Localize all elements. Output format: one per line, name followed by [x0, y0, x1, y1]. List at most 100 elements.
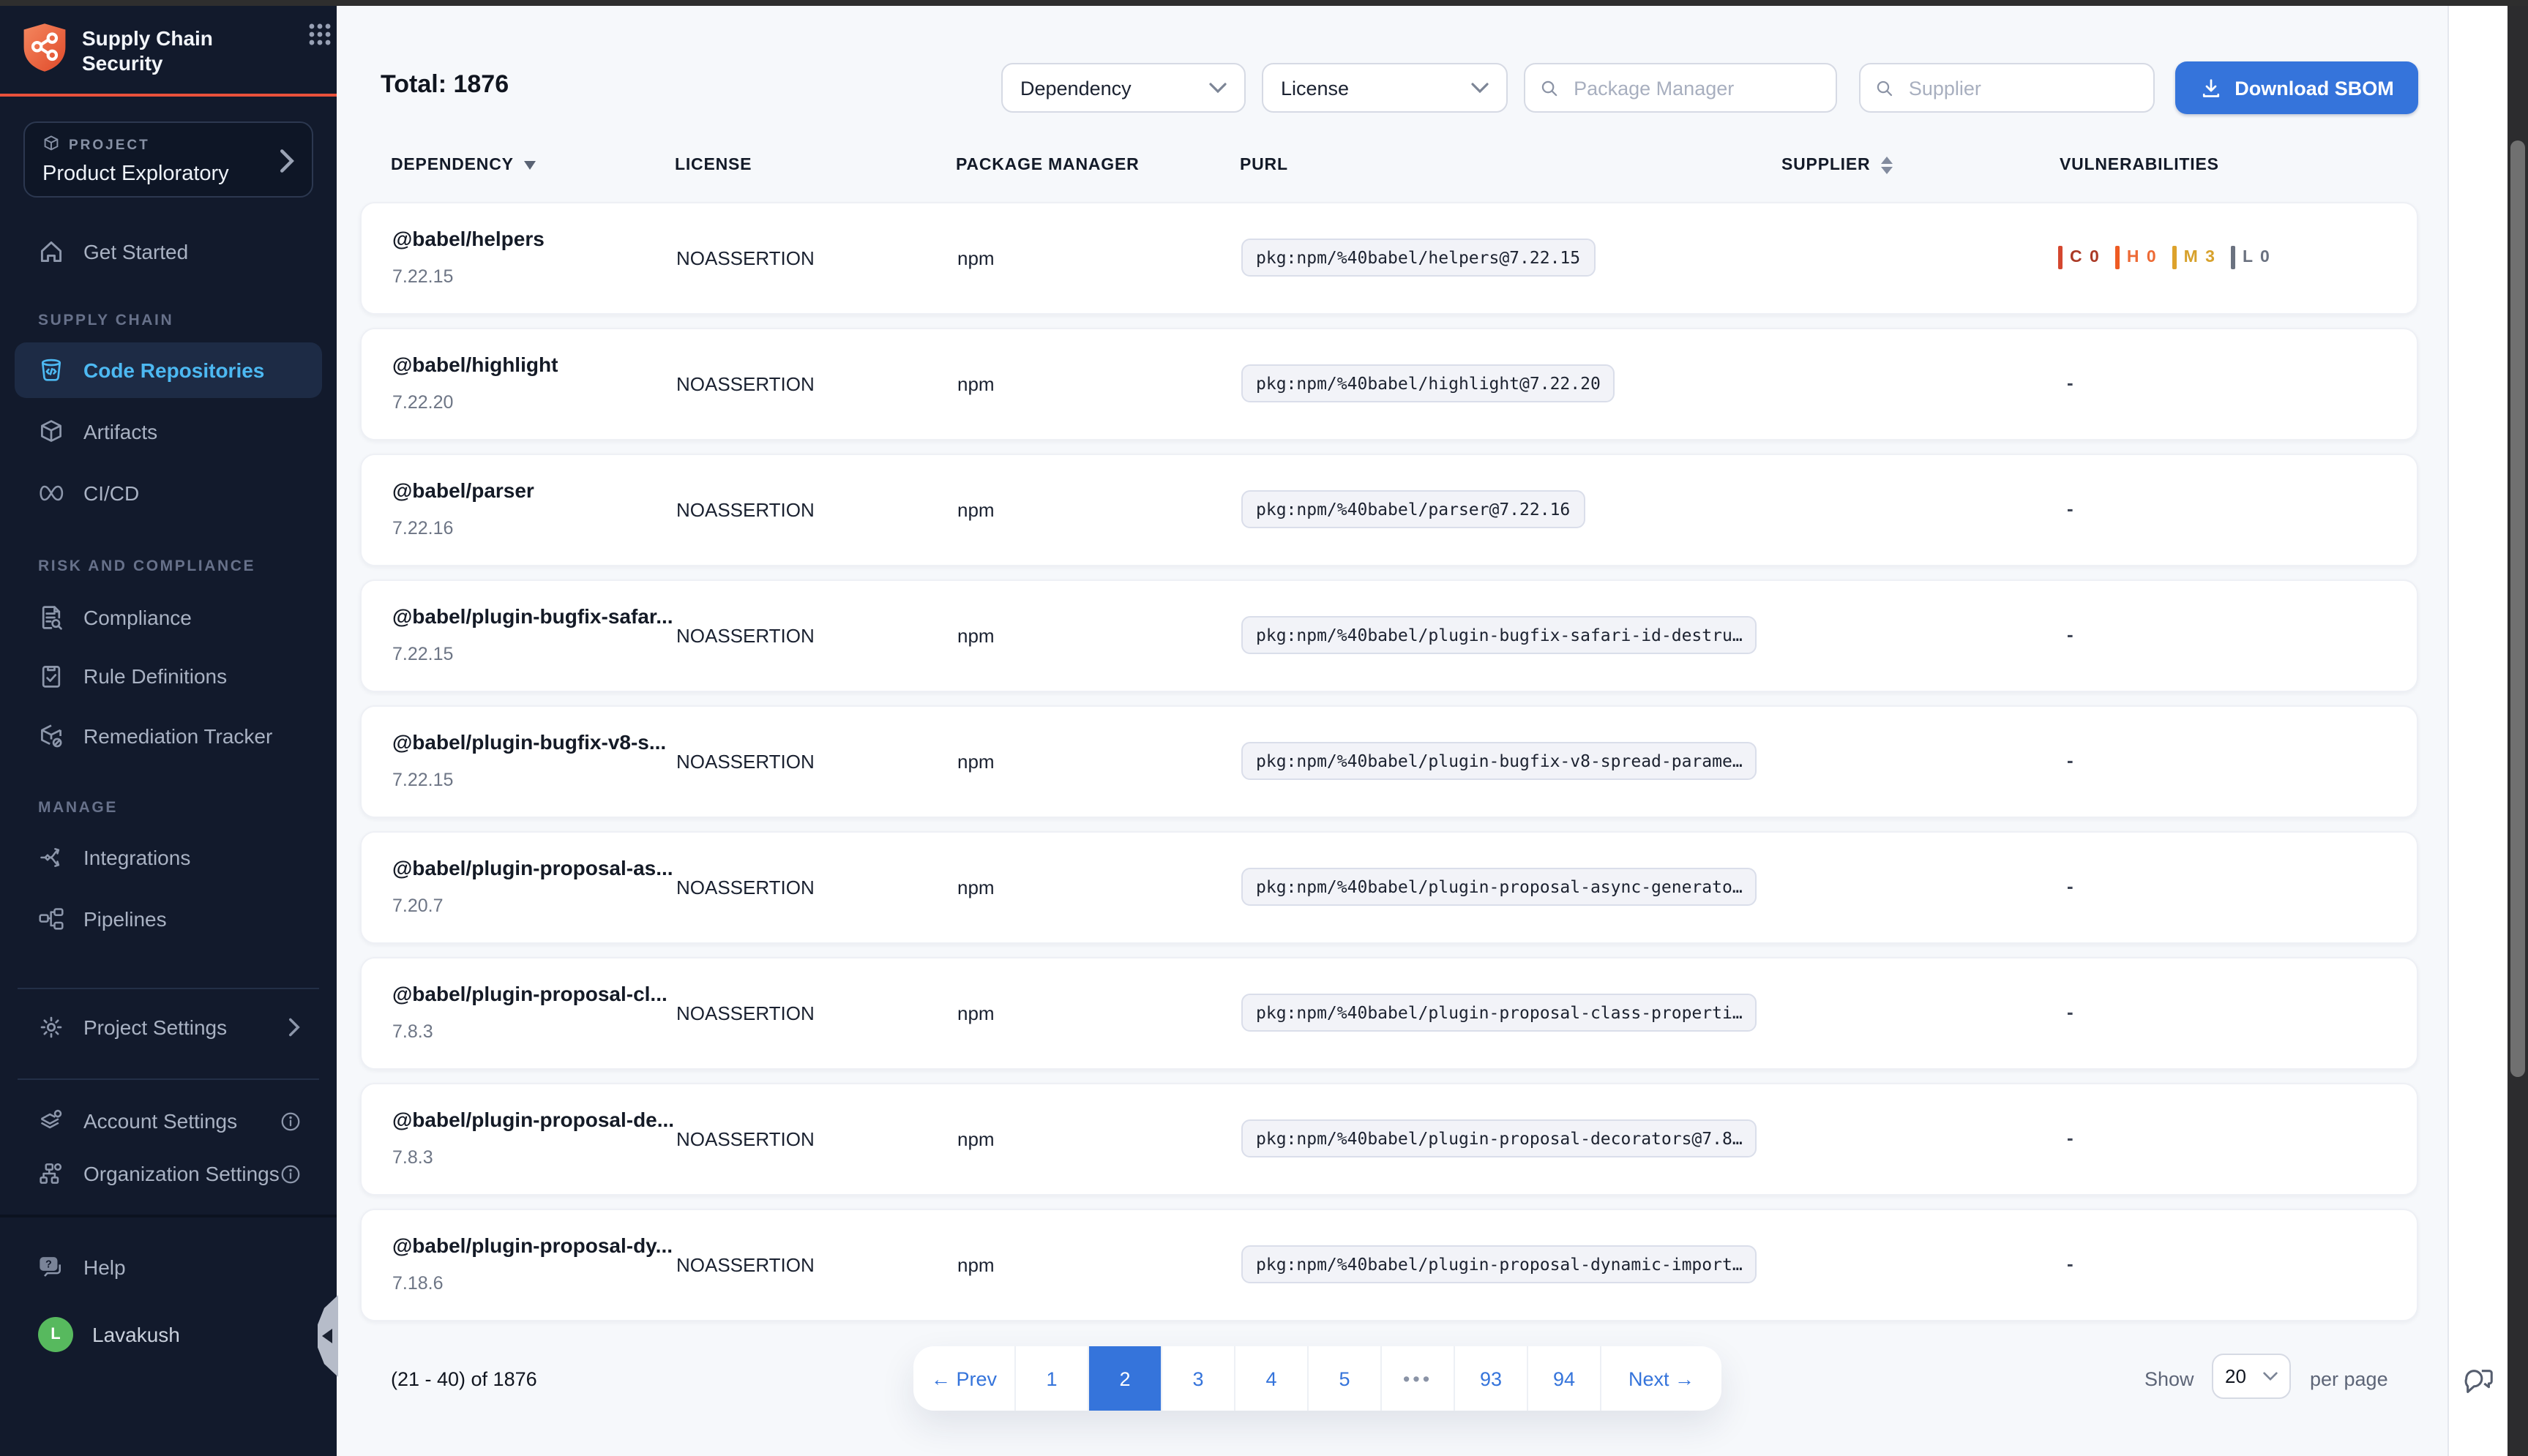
- sidebar-item-cicd[interactable]: CI/CD: [15, 465, 322, 521]
- vulnerabilities-cell: -: [2058, 1001, 2065, 1023]
- pagination-page-93[interactable]: 93: [1455, 1346, 1528, 1411]
- vulnerability-badge[interactable]: L 0: [2231, 246, 2271, 269]
- purl-chip[interactable]: pkg:npm/%40babel/highlight@7.22.20: [1241, 364, 1615, 402]
- dependency-name: @babel/helpers: [392, 227, 545, 250]
- browser-top-bar: [0, 0, 2528, 6]
- chat-support-icon[interactable]: [2462, 1365, 2496, 1406]
- vulnerabilities-cell: -: [2058, 749, 2065, 771]
- purl-chip[interactable]: pkg:npm/%40babel/plugin-bugfix-safari-id…: [1241, 616, 1757, 654]
- dependency-version: 7.22.16: [392, 518, 453, 539]
- no-vulnerabilities-dash: -: [2067, 875, 2073, 897]
- supplier-input[interactable]: [1906, 75, 2139, 100]
- table-row[interactable]: @babel/parser 7.22.16 NOASSERTION npm pk…: [360, 454, 2418, 566]
- purl-chip[interactable]: pkg:npm/%40babel/plugin-proposal-async-g…: [1241, 868, 1757, 906]
- severity-bar: [2231, 246, 2235, 269]
- pagination-page-2[interactable]: 2: [1089, 1346, 1162, 1411]
- table-row[interactable]: @babel/plugin-bugfix-safar... 7.22.15 NO…: [360, 579, 2418, 692]
- pagination-next-button[interactable]: Next →: [1601, 1346, 1721, 1411]
- vulnerability-badge[interactable]: H 0: [2115, 246, 2158, 269]
- no-vulnerabilities-dash: -: [2067, 1253, 2073, 1275]
- purl-chip[interactable]: pkg:npm/%40babel/plugin-bugfix-v8-spread…: [1241, 742, 1757, 780]
- table-row[interactable]: @babel/helpers 7.22.15 NOASSERTION npm p…: [360, 202, 2418, 315]
- sort-descending-icon: [524, 161, 536, 170]
- sidebar-item-label: Organization Settings: [83, 1162, 280, 1185]
- column-label: DEPENDENCY: [391, 157, 514, 174]
- table-row[interactable]: @babel/plugin-proposal-dy... 7.18.6 NOAS…: [360, 1209, 2418, 1321]
- license-value: NOASSERTION: [676, 751, 815, 773]
- org-chart-gear-icon: [38, 1160, 64, 1187]
- package-manager-search[interactable]: [1524, 63, 1837, 113]
- page-size-value: 20: [2225, 1365, 2246, 1387]
- pagination-page-1[interactable]: 1: [1016, 1346, 1089, 1411]
- purl-chip[interactable]: pkg:npm/%40babel/plugin-proposal-dynamic…: [1241, 1245, 1757, 1283]
- sidebar-item-code-repositories[interactable]: Code Repositories: [15, 342, 322, 398]
- page-size-select[interactable]: 20: [2212, 1354, 2291, 1399]
- project-switcher[interactable]: PROJECT Product Exploratory: [23, 121, 313, 198]
- supplier-search[interactable]: [1859, 63, 2155, 113]
- document-search-icon: [38, 604, 64, 631]
- package-manager-value: npm: [957, 499, 995, 521]
- sidebar-item-user[interactable]: L Lavakush: [15, 1307, 322, 1362]
- sidebar-item-account-settings[interactable]: Account Settings: [15, 1093, 322, 1149]
- vulnerabilities-cell: -: [2058, 1127, 2065, 1149]
- sidebar-item-remediation-tracker[interactable]: Remediation Tracker: [15, 708, 322, 764]
- dependency-filter-select[interactable]: Dependency: [1001, 63, 1246, 113]
- package-manager-value: npm: [957, 1254, 995, 1276]
- sidebar-item-get-started[interactable]: Get Started: [15, 224, 322, 279]
- column-header-dependency[interactable]: DEPENDENCY: [391, 157, 536, 174]
- sidebar-item-help[interactable]: ? Help: [15, 1239, 322, 1295]
- sidebar-item-label: Get Started: [83, 240, 188, 263]
- sidebar-item-compliance[interactable]: Compliance: [15, 590, 322, 645]
- table-row[interactable]: @babel/plugin-proposal-as... 7.20.7 NOAS…: [360, 831, 2418, 944]
- pagination-page-94[interactable]: 94: [1528, 1346, 1601, 1411]
- purl-chip[interactable]: pkg:npm/%40babel/parser@7.22.16: [1241, 490, 1585, 528]
- download-sbom-button[interactable]: Download SBOM: [2175, 61, 2418, 114]
- table-row[interactable]: @babel/plugin-bugfix-v8-s... 7.22.15 NOA…: [360, 705, 2418, 818]
- apps-grid-icon[interactable]: [307, 22, 332, 54]
- purl-chip[interactable]: pkg:npm/%40babel/helpers@7.22.15: [1241, 239, 1595, 277]
- search-icon: [1540, 77, 1559, 99]
- chevron-right-icon: [287, 1017, 302, 1037]
- pagination-page-5[interactable]: 5: [1309, 1346, 1382, 1411]
- purl-chip[interactable]: pkg:npm/%40babel/plugin-proposal-decorat…: [1241, 1119, 1757, 1157]
- info-icon[interactable]: [280, 1110, 302, 1132]
- app-logo: Supply Chain Security: [22, 22, 315, 80]
- vulnerabilities-cell: -: [2058, 498, 2065, 519]
- package-manager-input[interactable]: [1571, 75, 1821, 100]
- vulnerabilities-cell: -: [2058, 372, 2065, 394]
- pagination-page-3[interactable]: 3: [1162, 1346, 1235, 1411]
- sidebar-item-integrations[interactable]: Integrations: [15, 830, 322, 885]
- pagination-ellipsis: •••: [1382, 1346, 1455, 1411]
- sidebar-footer-seam: [0, 1215, 337, 1217]
- sidebar-item-artifacts[interactable]: Artifacts: [15, 404, 322, 459]
- sidebar-divider: [18, 1078, 319, 1080]
- pagination-page-4[interactable]: 4: [1235, 1346, 1309, 1411]
- license-filter-select[interactable]: License: [1262, 63, 1508, 113]
- clipboard-check-icon: [38, 663, 64, 689]
- sidebar-item-project-settings[interactable]: Project Settings: [15, 999, 322, 1055]
- scrollbar-thumb[interactable]: [2510, 140, 2525, 1077]
- pagination-prev-button[interactable]: ← Prev: [913, 1346, 1016, 1411]
- chevron-down-icon: [2263, 1371, 2278, 1381]
- package-manager-value: npm: [957, 1002, 995, 1024]
- table-row[interactable]: @babel/plugin-proposal-cl... 7.8.3 NOASS…: [360, 957, 2418, 1070]
- sidebar-item-organization-settings[interactable]: Organization Settings: [15, 1146, 322, 1201]
- info-icon[interactable]: [280, 1163, 302, 1185]
- per-page-label: per page: [2310, 1368, 2388, 1390]
- sidebar-item-pipelines[interactable]: Pipelines: [15, 891, 322, 947]
- vulnerability-badge[interactable]: M 3: [2172, 246, 2216, 269]
- column-label: PACKAGE MANAGER: [956, 157, 1140, 174]
- sidebar-item-label: CI/CD: [83, 481, 139, 505]
- severity-count: H 0: [2127, 249, 2158, 266]
- project-box-icon: [42, 135, 60, 157]
- column-header-supplier[interactable]: SUPPLIER: [1781, 157, 1892, 174]
- purl-chip[interactable]: pkg:npm/%40babel/plugin-proposal-class-p…: [1241, 994, 1757, 1032]
- sidebar-item-rule-definitions[interactable]: Rule Definitions: [15, 648, 322, 704]
- sidebar-section-supply-chain: SUPPLY CHAIN: [38, 312, 173, 329]
- vulnerability-badge[interactable]: C 0: [2058, 246, 2101, 269]
- sidebar-divider: [18, 988, 319, 989]
- table-row[interactable]: @babel/plugin-proposal-de... 7.8.3 NOASS…: [360, 1083, 2418, 1196]
- table-row[interactable]: @babel/highlight 7.22.20 NOASSERTION npm…: [360, 328, 2418, 440]
- column-header-license: LICENSE: [675, 157, 752, 174]
- page-scrollbar[interactable]: [2508, 6, 2528, 1456]
